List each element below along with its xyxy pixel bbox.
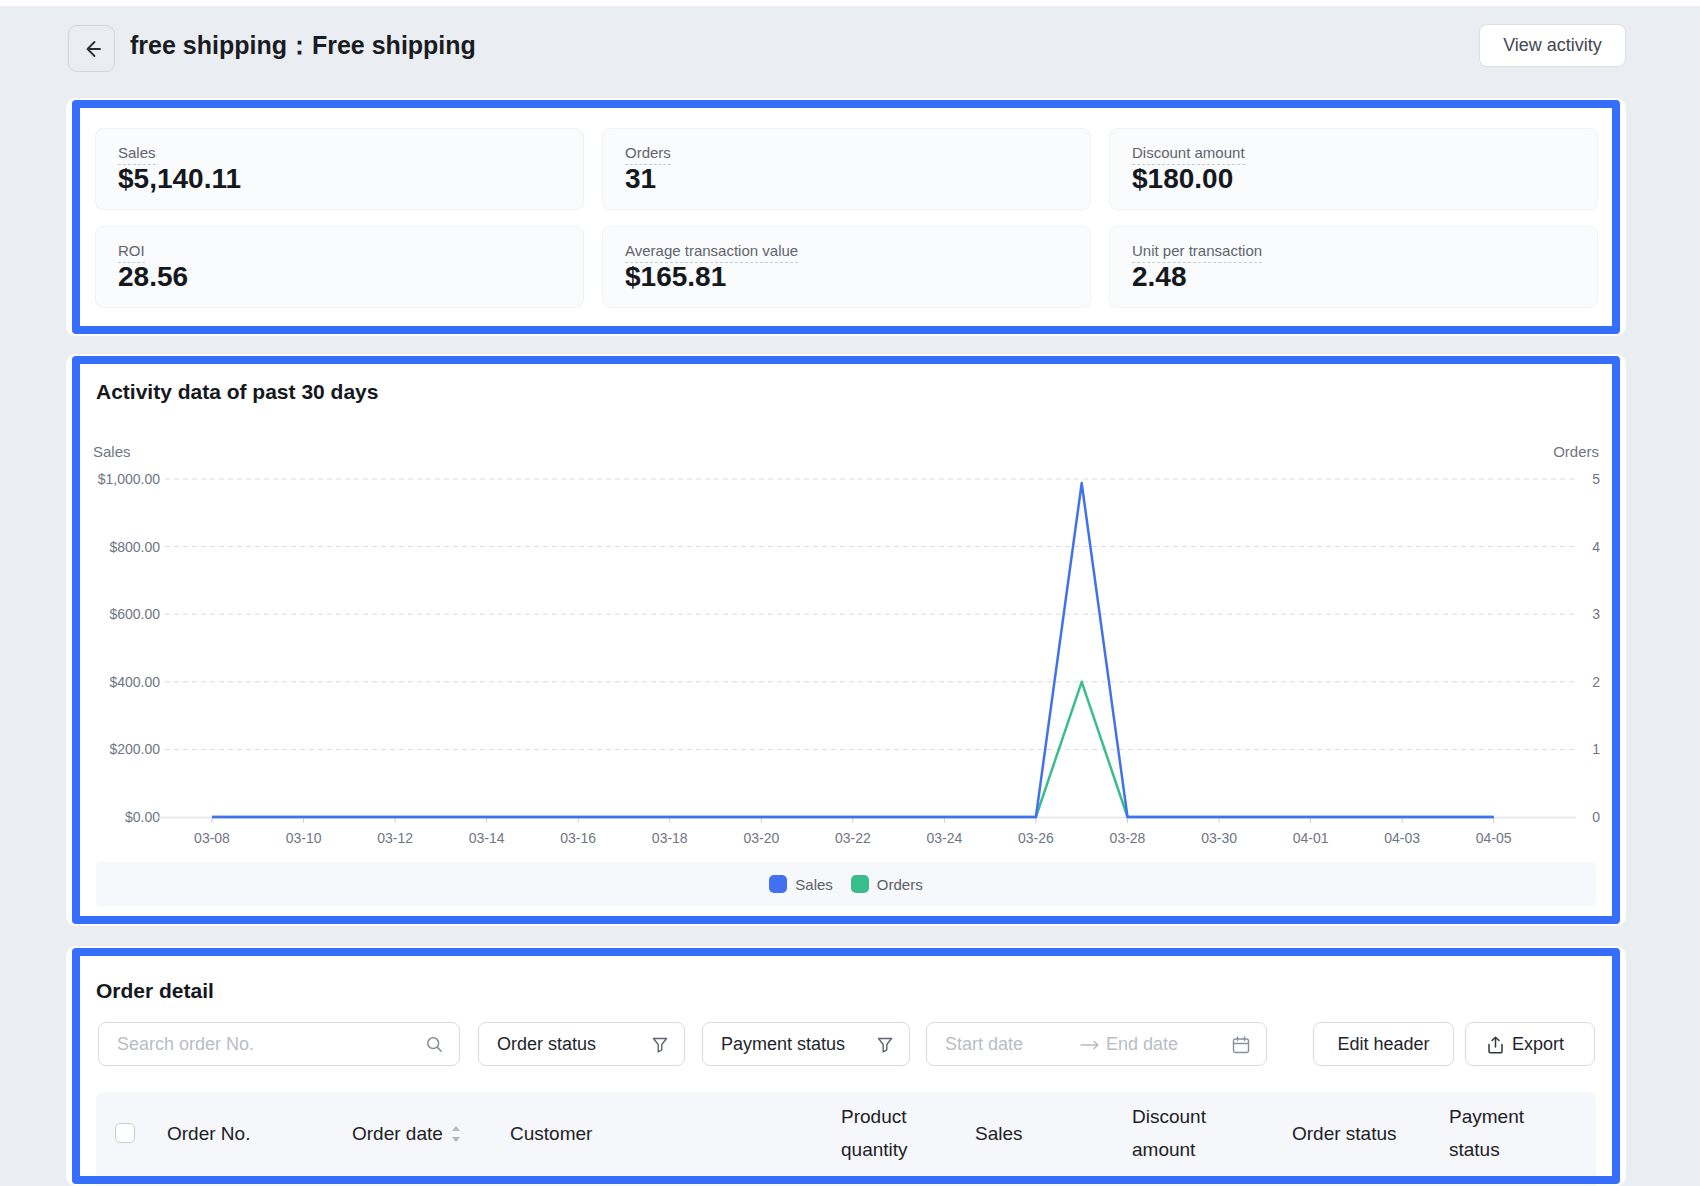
search-icon [426,1036,443,1053]
legend-label: Orders [877,876,923,893]
date-range-picker[interactable]: Start date End date [926,1022,1267,1066]
sort-icon[interactable] [450,1124,462,1144]
stat-card-value: $165.81 [625,262,726,292]
start-date-placeholder: Start date [945,1023,1023,1065]
x-axis-label: 03-10 [274,830,334,847]
calendar-icon [1232,1036,1250,1054]
stat-card-value: 2.48 [1132,262,1187,292]
stat-card-unit-per-transaction: Unit per transaction2.48 [1109,226,1598,308]
right-axis-label: 2 [1560,673,1600,691]
legend-item-orders[interactable]: Orders [851,875,923,893]
filter-funnel-icon [652,1037,668,1053]
export-label: Export [1512,1023,1564,1065]
stat-card-value: 28.56 [118,262,188,292]
column-header-product-quantity[interactable]: Productquantity [841,1100,908,1166]
stat-card-label: ROI [118,242,145,263]
back-button[interactable] [68,25,115,72]
x-axis-label: 03-08 [182,830,242,847]
stat-card-label: Sales [118,144,156,165]
x-axis-label: 03-16 [548,830,608,847]
order-status-filter[interactable]: Order status [478,1022,685,1066]
x-axis-label: 03-22 [823,830,883,847]
payment-status-label: Payment status [721,1023,845,1065]
x-axis-label: 04-05 [1464,830,1524,847]
legend-label: Sales [795,876,833,893]
legend-swatch [851,875,869,893]
stat-card-value: $5,140.11 [118,164,241,194]
stat-card-discount-amount: Discount amount$180.00 [1109,128,1598,210]
y-axis-label: $600.00 [40,605,160,623]
column-header-order-date[interactable]: Order date [352,1117,443,1150]
select-all-checkbox[interactable] [115,1123,135,1143]
left-axis-title: Sales [93,443,131,460]
x-axis-label: 04-03 [1372,830,1432,847]
right-axis-label: 1 [1560,740,1600,758]
y-axis-label: $200.00 [40,740,160,758]
payment-status-filter[interactable]: Payment status [702,1022,910,1066]
y-axis-label: $400.00 [40,673,160,691]
column-header-payment-status[interactable]: Paymentstatus [1449,1100,1524,1166]
right-axis-label: 3 [1560,605,1600,623]
x-axis-label: 03-24 [914,830,974,847]
column-header-customer[interactable]: Customer [510,1117,592,1150]
export-icon [1487,1036,1504,1054]
stat-card-label: Unit per transaction [1132,242,1262,263]
stat-card-label: Average transaction value [625,242,798,263]
right-axis-label: 5 [1560,470,1600,488]
order-status-label: Order status [497,1023,596,1065]
view-activity-button[interactable]: View activity [1479,24,1626,67]
top-white-strip [0,0,1700,6]
y-axis-label: $800.00 [40,538,160,556]
column-header-sales[interactable]: Sales [975,1117,1023,1150]
right-axis-label: 0 [1560,808,1600,826]
stat-card-average-transaction-value: Average transaction value$165.81 [602,226,1091,308]
legend-item-sales[interactable]: Sales [769,875,833,893]
x-axis-label: 03-26 [1006,830,1066,847]
y-axis-label: $1,000.00 [40,470,160,488]
chart-legend: Sales Orders [96,862,1596,906]
arrow-right-icon [1079,1038,1101,1052]
arrow-left-icon [81,38,103,60]
x-axis-label: 03-20 [731,830,791,847]
right-axis-label: 4 [1560,538,1600,556]
right-axis-title: Orders [1479,443,1599,460]
x-axis-label: 03-12 [365,830,425,847]
x-axis-label: 04-01 [1281,830,1341,847]
filter-funnel-icon [877,1037,893,1053]
y-axis-label: $0.00 [40,808,160,826]
chart-title: Activity data of past 30 days [96,380,378,404]
stat-card-sales: Sales$5,140.11 [95,128,584,210]
search-placeholder: Search order No. [117,1023,254,1065]
x-axis-label: 03-28 [1098,830,1158,847]
stat-card-roi: ROI28.56 [95,226,584,308]
stat-card-orders: Orders31 [602,128,1091,210]
x-axis-label: 03-30 [1189,830,1249,847]
legend-swatch [769,875,787,893]
export-button[interactable]: Export [1465,1022,1595,1066]
end-date-placeholder: End date [1106,1023,1178,1065]
x-axis-label: 03-14 [457,830,517,847]
stat-card-label: Discount amount [1132,144,1245,165]
column-header-order-no-[interactable]: Order No. [167,1117,250,1150]
page-title: free shipping：Free shipping [130,30,476,60]
search-order-input[interactable]: Search order No. [98,1022,460,1066]
stat-card-label: Orders [625,144,671,165]
edit-header-label: Edit header [1314,1023,1453,1065]
column-header-order-status[interactable]: Order status [1292,1117,1397,1150]
edit-header-button[interactable]: Edit header [1313,1022,1454,1066]
orders-title: Order detail [96,979,214,1003]
stat-card-value: 31 [625,164,656,194]
column-header-discount-amount[interactable]: Discountamount [1132,1100,1206,1166]
x-axis-label: 03-18 [640,830,700,847]
stat-card-value: $180.00 [1132,164,1233,194]
